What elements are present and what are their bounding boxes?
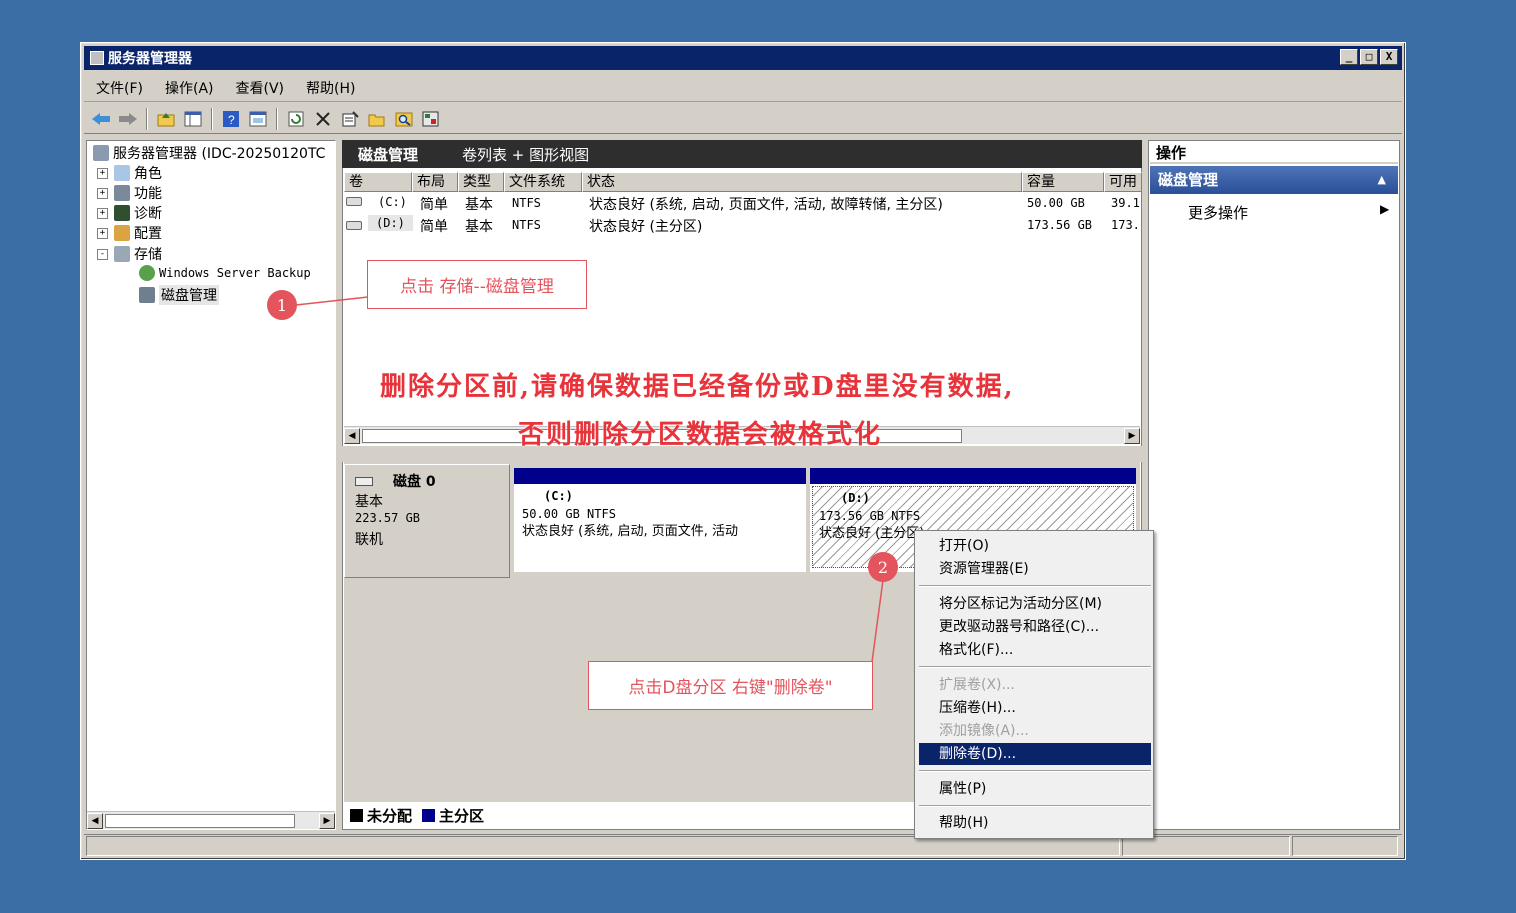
menu-item-shrink-volume[interactable]: 压缩卷(H)... — [919, 697, 1151, 719]
menu-separator — [919, 770, 1151, 772]
warning-line-2: 否则删除分区数据会被格式化 — [518, 420, 883, 450]
menu-item-explorer[interactable]: 资源管理器(E) — [919, 558, 1151, 580]
menu-item-delete-volume[interactable]: 删除卷(D)... — [919, 743, 1151, 765]
menu-separator — [919, 585, 1151, 587]
menu-item-help[interactable]: 帮助(H) — [919, 812, 1151, 834]
warning-line-1: 删除分区前,请确保数据已经备份或D盘里没有数据, — [380, 372, 1015, 402]
step-2-callout: 点击D盘分区 右键"删除卷" — [588, 661, 873, 710]
context-menu: 打开(O) 资源管理器(E) 将分区标记为活动分区(M) 更改驱动器号和路径(C… — [914, 530, 1154, 839]
menu-item-format[interactable]: 格式化(F)... — [919, 639, 1151, 661]
menu-item-change-drive-letter[interactable]: 更改驱动器号和路径(C)... — [919, 616, 1151, 638]
menu-item-extend-volume: 扩展卷(X)... — [939, 677, 1015, 693]
menu-item-mark-active[interactable]: 将分区标记为活动分区(M) — [919, 593, 1151, 615]
menu-item-add-mirror: 添加镜像(A)... — [939, 723, 1029, 739]
annotation-lines — [295, 296, 884, 663]
menu-item-properties[interactable]: 属性(P) — [919, 778, 1151, 800]
step-2-badge: 2 — [868, 552, 898, 582]
step-1-callout: 点击 存储--磁盘管理 — [367, 260, 587, 309]
menu-item-open[interactable]: 打开(O) — [919, 535, 1151, 557]
menu-separator — [919, 805, 1151, 807]
step-1-badge: 1 — [267, 290, 297, 320]
menu-separator — [919, 666, 1151, 668]
